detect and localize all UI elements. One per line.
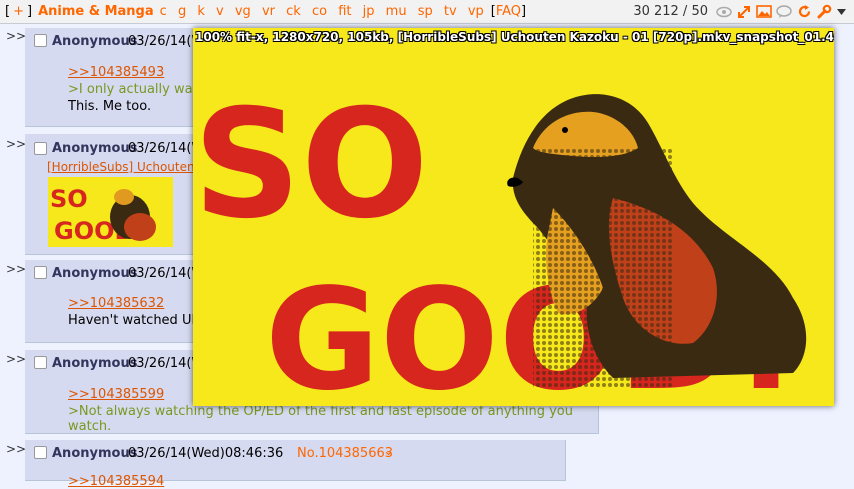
board-link-ck[interactable]: ck [286,4,301,19]
post-message: This. Me too. [68,99,152,114]
speech-bubble-icon[interactable] [776,4,792,20]
file-link[interactable]: [HorribleSubs] Uchouten [47,160,195,174]
faq-link[interactable]: FAQ [496,4,521,19]
poster-name: Anonymous [52,356,138,371]
quote-link[interactable]: >>104385599 [68,387,164,402]
reply-arrow: >> [6,137,27,151]
post-select-checkbox[interactable] [34,266,47,279]
board-link-vp[interactable]: vp [468,4,484,19]
quote-link[interactable]: >>104385632 [68,296,164,311]
poster-name: Anonymous [52,34,138,49]
post-select-checkbox[interactable] [34,34,47,47]
image-info-caption: 100% fit-x, 1280x720, 105kb, [HorribleSu… [195,30,834,44]
image-icon[interactable] [756,4,772,20]
board-link-k[interactable]: k [197,4,205,19]
board-link-v[interactable]: v [216,4,224,19]
board-link-fit[interactable]: fit [338,4,351,19]
image-hover-preview: 100% fit-x, 1280x720, 105kb, [HorribleSu… [193,28,834,406]
thread-stats-counter: 30 212 / 50 [633,4,708,19]
eye-icon[interactable] [716,4,732,20]
poster-name: Anonymous [52,446,138,461]
quote-link[interactable]: >>104385594 [68,474,164,489]
post-thumbnail[interactable]: SO GOOD! [48,177,173,247]
reply-arrow: >> [6,29,27,43]
thumbnail-text-so: SO [50,185,88,213]
poster-name: Anonymous [52,266,138,281]
greentext-line: >I only actually watch [68,82,214,97]
expand-icon[interactable] [736,4,752,20]
post-select-checkbox[interactable] [34,446,47,459]
board-links: c g k v vg vr ck co fit jp mu sp tv vp [160,4,491,19]
board-link-mu[interactable]: mu [386,4,407,19]
preview-text-so: SO [193,78,429,252]
board-navigation-bar: [ + ] Anime & Manga c g k v vg vr ck co … [0,0,854,24]
post-menu-chevron-icon[interactable]: ⌄ [383,444,394,459]
reply-arrow: >> [6,262,27,276]
reply-arrow: >> [6,352,27,366]
post-select-checkbox[interactable] [34,142,47,155]
post-message: Haven't watched UK y [68,313,212,328]
thumbnail-image: SO GOOD! [48,177,173,247]
dropdown-icon[interactable] [836,4,846,20]
board-link-sp[interactable]: sp [418,4,433,19]
board-link-c[interactable]: c [160,4,167,19]
preview-image: SO GOOD! [193,28,834,406]
board-link-jp[interactable]: jp [363,4,375,19]
quote-link[interactable]: >>104385493 [68,65,164,80]
board-link-g[interactable]: g [178,4,186,19]
wrench-icon[interactable] [816,4,832,20]
board-link-co[interactable]: co [312,4,327,19]
nav-close-bracket: ] [26,4,33,19]
topbar-tools: 30 212 / 50 [633,0,846,23]
board-link-vg[interactable]: vg [235,4,251,19]
post-number-link[interactable]: No.104385663 [297,446,393,461]
post-date: 03/26/14(Wed)08:46:36 [128,446,284,461]
reply-post: Anonymous 03/26/14(Wed)08:46:36 No.10438… [25,440,566,489]
greentext-line: >Not always watching the OP/ED of the fi… [68,404,573,434]
toggle-board-list-button[interactable]: + [13,4,24,19]
reply-arrow: >> [6,442,27,456]
current-board-name[interactable]: Anime & Manga [38,4,154,19]
poster-name: Anonymous [52,141,138,156]
nav-open-bracket: [ [5,4,11,19]
post-select-checkbox[interactable] [34,356,47,369]
board-link-vr[interactable]: vr [262,4,275,19]
refresh-icon[interactable] [796,4,812,20]
faq-close-bracket: ] [521,4,527,19]
board-link-tv[interactable]: tv [444,4,457,19]
